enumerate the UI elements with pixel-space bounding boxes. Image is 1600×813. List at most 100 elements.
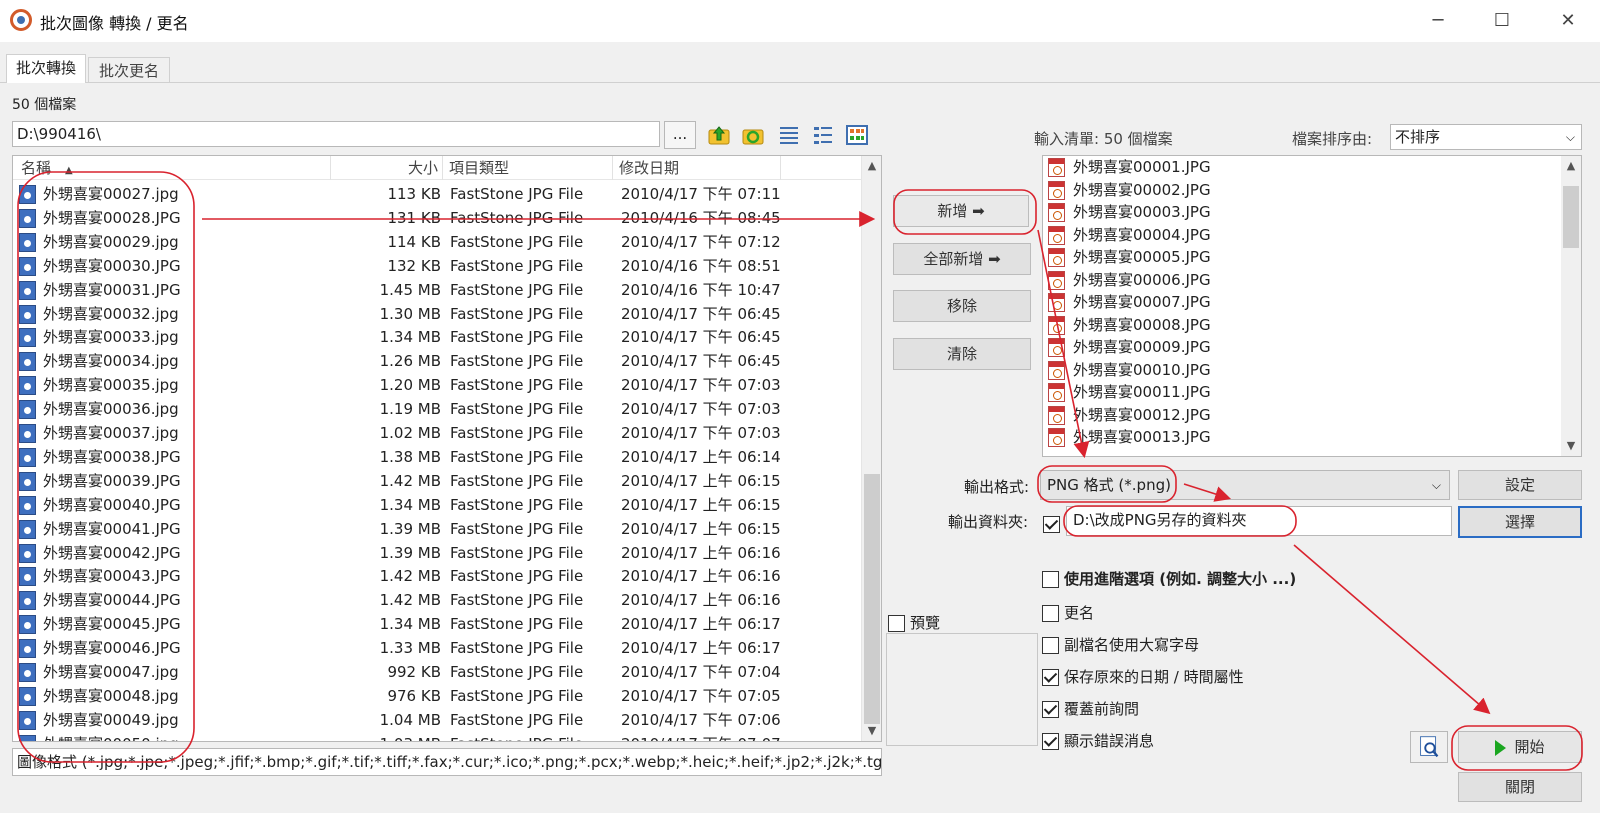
table-row[interactable]: 外甥喜宴00041.JPG 1.39 MB FastStone JPG File 20… (13, 517, 861, 541)
list-item[interactable]: 外甥喜宴00001.JPG (1043, 156, 1563, 179)
clear-button[interactable]: 清除 (893, 338, 1031, 370)
checkbox-box[interactable] (1042, 571, 1059, 588)
preview-checkbox-box[interactable] (888, 615, 905, 632)
list-item[interactable]: 外甥喜宴00009.JPG (1043, 336, 1563, 359)
jpg-file-icon (19, 639, 36, 659)
table-row[interactable]: 外甥喜宴00034.jpg 1.26 MB FastStone JPG File 20… (13, 349, 861, 373)
file-name: 外甥喜宴00045.JPG (43, 615, 181, 634)
scroll-down-icon[interactable]: ▼ (862, 721, 881, 741)
file-browser-list[interactable]: 名稱 ▲ 大小 項目類型 修改日期 外甥喜宴00027.jpg 113 KB Fast… (12, 155, 882, 742)
input-file-list[interactable]: 外甥喜宴00001.JPG 外甥喜宴00002.JPG 外甥喜宴00003.JPG 外… (1042, 155, 1582, 457)
list-item[interactable]: 外甥喜宴00008.JPG (1043, 314, 1563, 337)
thumbnail-view-icon[interactable] (846, 124, 868, 146)
file-list-scrollbar[interactable]: ▲ ▼ (861, 156, 881, 741)
tab-batch-rename[interactable]: 批次更名 (88, 57, 170, 82)
option-checkbox[interactable]: 顯示錯誤消息 (1042, 730, 1154, 751)
table-row[interactable]: 外甥喜宴00044.JPG 1.42 MB FastStone JPG File 20… (13, 588, 861, 612)
column-header-name[interactable]: 名稱 ▲ (13, 156, 331, 180)
preview-image-button[interactable] (1410, 731, 1448, 763)
refresh-folder-icon[interactable] (742, 124, 764, 146)
checkbox-box[interactable] (1042, 637, 1059, 654)
table-row[interactable]: 外甥喜宴00050.jpg 1.03 MB FastStone JPG File 20… (13, 732, 861, 741)
table-row[interactable]: 外甥喜宴00043.JPG 1.42 MB FastStone JPG File 20… (13, 564, 861, 588)
tab-batch-convert[interactable]: 批次轉換 (6, 54, 86, 83)
choose-folder-button[interactable]: 選擇 (1458, 506, 1582, 538)
format-settings-button[interactable]: 設定 (1458, 470, 1582, 500)
file-type-filter-select[interactable]: 圖像格式 (*.jpg;*.jpe;*.jpeg;*.jfif;*.bmp;*.… (12, 748, 882, 776)
close-button[interactable]: 關閉 (1458, 772, 1582, 802)
table-row[interactable]: 外甥喜宴00038.JPG 1.38 MB FastStone JPG File 20… (13, 445, 861, 469)
details-view-icon[interactable] (812, 124, 834, 146)
table-row[interactable]: 外甥喜宴00028.JPG 131 KB FastStone JPG File 201… (13, 206, 861, 230)
start-button[interactable]: 開始 (1458, 731, 1582, 763)
list-item[interactable]: 外甥喜宴00003.JPG (1043, 201, 1563, 224)
list-item[interactable]: 外甥喜宴00012.JPG (1043, 404, 1563, 427)
option-checkbox[interactable]: 使用進階選項 (例如. 調整大小 ...) (1042, 568, 1296, 589)
checkbox-box[interactable] (1042, 701, 1059, 718)
table-row[interactable]: 外甥喜宴00029.jpg 114 KB FastStone JPG File 201… (13, 230, 861, 254)
table-row[interactable]: 外甥喜宴00042.JPG 1.39 MB FastStone JPG File 20… (13, 541, 861, 565)
scroll-up-icon[interactable]: ▲ (1561, 156, 1581, 176)
input-file-name: 外甥喜宴00002.JPG (1073, 180, 1211, 199)
file-date: 2010/4/16 下午 08:45 (621, 208, 781, 227)
output-folder-checkbox[interactable] (1043, 514, 1065, 533)
list-item[interactable]: 外甥喜宴00005.JPG (1043, 246, 1563, 269)
table-row[interactable]: 外甥喜宴00032.jpg 1.30 MB FastStone JPG File 20… (13, 302, 861, 326)
file-name: 外甥喜宴00041.JPG (43, 519, 181, 538)
table-row[interactable]: 外甥喜宴00035.jpg 1.20 MB FastStone JPG File 20… (13, 373, 861, 397)
list-item[interactable]: 外甥喜宴00002.JPG (1043, 179, 1563, 202)
file-type: FastStone JPG File (450, 424, 584, 442)
scroll-down-icon[interactable]: ▼ (1561, 436, 1581, 456)
checkbox-box[interactable] (1042, 669, 1059, 686)
list-item[interactable]: 外甥喜宴00010.JPG (1043, 359, 1563, 382)
table-row[interactable]: 外甥喜宴00048.jpg 976 KB FastStone JPG File 201… (13, 684, 861, 708)
column-header-type[interactable]: 項目類型 (443, 156, 613, 180)
list-item[interactable]: 外甥喜宴00011.JPG (1043, 381, 1563, 404)
table-row[interactable]: 外甥喜宴00049.jpg 1.04 MB FastStone JPG File 20… (13, 708, 861, 732)
folder-up-icon[interactable] (708, 124, 730, 146)
minimize-button[interactable]: ─ (1406, 0, 1470, 42)
table-row[interactable]: 外甥喜宴00040.JPG 1.34 MB FastStone JPG File 20… (13, 493, 861, 517)
close-window-button[interactable]: ✕ (1536, 0, 1600, 42)
add-button[interactable]: 新增 ➡ (893, 195, 1029, 227)
list-view-icon[interactable] (778, 124, 800, 146)
table-row[interactable]: 外甥喜宴00039.JPG 1.42 MB FastStone JPG File 20… (13, 469, 861, 493)
checkbox-box[interactable] (1042, 733, 1059, 750)
maximize-button[interactable]: ☐ (1470, 0, 1534, 42)
checkbox-box[interactable] (1042, 605, 1059, 622)
list-item[interactable]: 外甥喜宴00004.JPG (1043, 224, 1563, 247)
input-file-name: 外甥喜宴00010.JPG (1073, 360, 1211, 379)
jpg-file-icon (19, 424, 36, 443)
list-item[interactable]: 外甥喜宴00006.JPG (1043, 269, 1563, 292)
table-row[interactable]: 外甥喜宴00030.JPG 132 KB FastStone JPG File 201… (13, 254, 861, 278)
browse-button[interactable]: ... (664, 121, 696, 149)
output-folder-input[interactable]: D:\改成PNG另存的資料夾 (1066, 506, 1452, 536)
list-item[interactable]: 外甥喜宴00013.JPG (1043, 426, 1563, 449)
list-item[interactable]: 外甥喜宴00007.JPG (1043, 291, 1563, 314)
option-checkbox[interactable]: 覆蓋前詢問 (1042, 698, 1139, 719)
scrollbar-thumb[interactable] (864, 474, 880, 724)
table-row[interactable]: 外甥喜宴00027.jpg 113 KB FastStone JPG File 201… (13, 182, 861, 206)
output-format-select[interactable]: PNG 格式 (*.png) ⌵ (1040, 470, 1450, 500)
sort-order-select[interactable]: 不排序 ⌵ (1390, 124, 1582, 150)
option-checkbox[interactable]: 副檔名使用大寫字母 (1042, 634, 1199, 655)
remove-button[interactable]: 移除 (893, 290, 1031, 322)
table-row[interactable]: 外甥喜宴00033.jpg 1.34 MB FastStone JPG File 20… (13, 325, 861, 349)
table-row[interactable]: 外甥喜宴00046.JPG 1.33 MB FastStone JPG File 20… (13, 636, 861, 660)
add-all-button[interactable]: 全部新增 ➡ (893, 243, 1031, 275)
folder-path-input[interactable]: D:\990416\ (12, 121, 660, 147)
option-checkbox[interactable]: 更名 (1042, 602, 1094, 623)
column-header-size[interactable]: 大小 (331, 156, 443, 180)
scroll-up-icon[interactable]: ▲ (862, 156, 881, 176)
table-row[interactable]: 外甥喜宴00031.JPG 1.45 MB FastStone JPG File 20… (13, 278, 861, 302)
output-folder-checkbox-box[interactable] (1043, 516, 1060, 533)
table-row[interactable]: 外甥喜宴00037.jpg 1.02 MB FastStone JPG File 20… (13, 421, 861, 445)
preview-checkbox[interactable]: 預覽 (888, 612, 940, 633)
input-list-scrollbar[interactable]: ▲ ▼ (1561, 156, 1581, 456)
option-checkbox[interactable]: 保存原來的日期 / 時間屬性 (1042, 666, 1244, 687)
column-header-date[interactable]: 修改日期 (613, 156, 781, 180)
table-row[interactable]: 外甥喜宴00047.jpg 992 KB FastStone JPG File 201… (13, 660, 861, 684)
table-row[interactable]: 外甥喜宴00036.jpg 1.19 MB FastStone JPG File 20… (13, 397, 861, 421)
table-row[interactable]: 外甥喜宴00045.JPG 1.34 MB FastStone JPG File 20… (13, 612, 861, 636)
scrollbar-thumb[interactable] (1563, 186, 1579, 248)
